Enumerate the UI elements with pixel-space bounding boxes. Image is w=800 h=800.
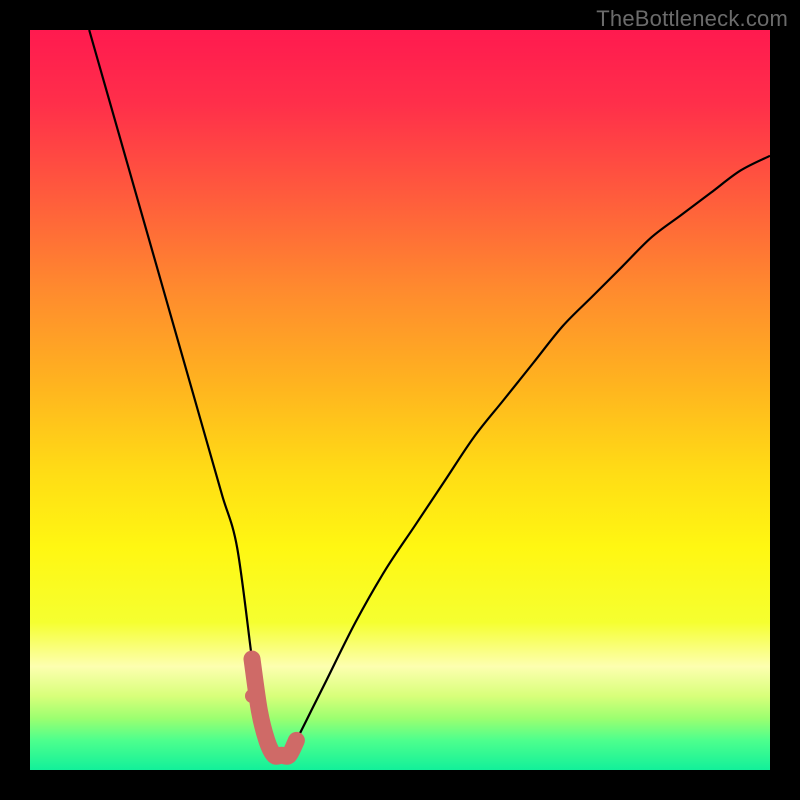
trough-dot	[245, 689, 259, 703]
bottleneck-curve	[89, 30, 770, 756]
chart-svg	[30, 30, 770, 770]
plot-area	[30, 30, 770, 770]
watermark-text: TheBottleneck.com	[596, 6, 788, 32]
chart-stage: TheBottleneck.com	[0, 0, 800, 800]
trough-highlight	[252, 659, 296, 756]
